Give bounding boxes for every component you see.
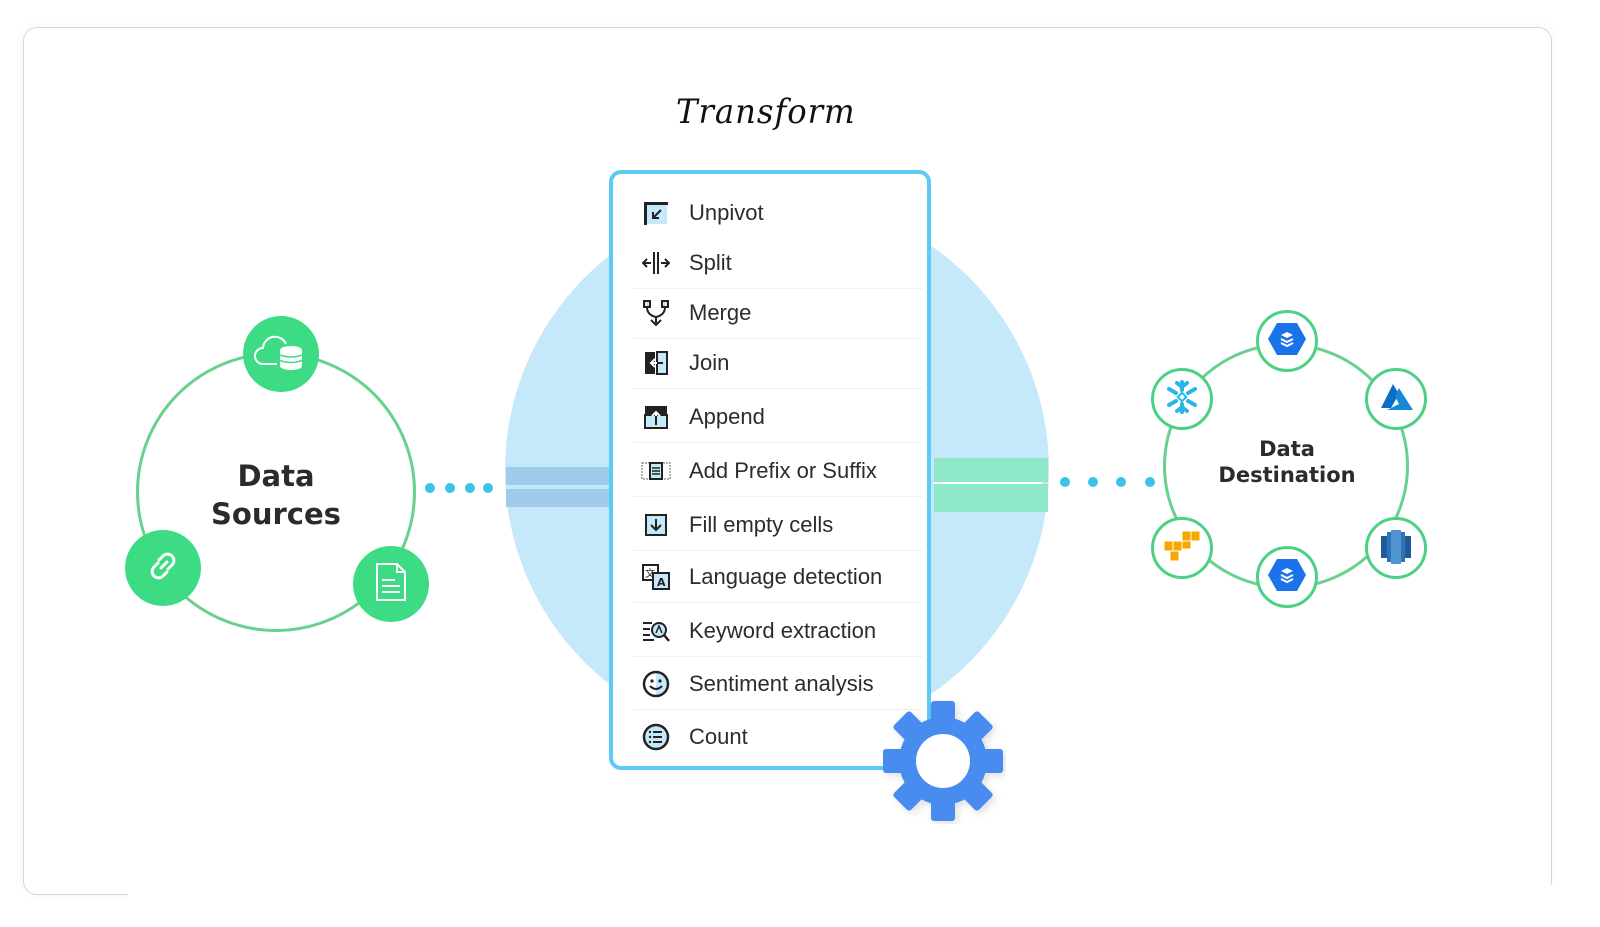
connector-dot bbox=[445, 483, 455, 493]
output-band-bottom bbox=[934, 494, 1048, 512]
google-bigquery-icon bbox=[1267, 557, 1307, 598]
cloud-database-icon bbox=[253, 332, 309, 377]
destination-node-bigquery-top[interactable] bbox=[1256, 310, 1318, 372]
transform-item-join[interactable]: Join bbox=[633, 338, 923, 389]
split-icon bbox=[639, 248, 673, 278]
join-icon bbox=[639, 348, 673, 378]
snowflake-icon bbox=[1163, 378, 1201, 421]
merge-icon bbox=[639, 298, 673, 328]
source-node-link[interactable] bbox=[125, 530, 201, 606]
transform-item-fill-empty-cells[interactable]: Fill empty cells bbox=[633, 500, 923, 551]
destination-node-snowflake[interactable] bbox=[1151, 368, 1213, 430]
connector-dot bbox=[425, 483, 435, 493]
google-bigquery-icon bbox=[1267, 321, 1307, 362]
data-sources-label: Data Sources bbox=[211, 459, 341, 531]
input-band-bottom bbox=[506, 489, 610, 507]
smiley-icon bbox=[639, 669, 673, 699]
connector-dot bbox=[1060, 477, 1070, 487]
destination-node-bigquery-bottom[interactable] bbox=[1256, 546, 1318, 608]
source-node-document[interactable] bbox=[353, 546, 429, 622]
keyword-search-icon bbox=[639, 616, 673, 646]
fill-down-icon bbox=[639, 510, 673, 540]
list-count-icon bbox=[639, 722, 673, 752]
transform-item-add-prefix-suffix[interactable]: Add Prefix or Suffix bbox=[633, 446, 923, 497]
link-icon bbox=[143, 546, 183, 591]
connector-dot bbox=[1145, 477, 1155, 487]
transform-item-merge[interactable]: Merge bbox=[633, 288, 923, 339]
transform-item-language-detection[interactable]: 文A Language detection bbox=[633, 552, 923, 603]
svg-text:A: A bbox=[657, 576, 666, 589]
transform-item-split[interactable]: Split bbox=[633, 238, 923, 289]
input-band-top bbox=[506, 467, 610, 485]
destination-node-azure[interactable] bbox=[1365, 368, 1427, 430]
append-icon bbox=[639, 402, 673, 432]
connector-dot bbox=[1088, 477, 1098, 487]
transform-panel: Unpivot Split Merge Join Append Add Pref… bbox=[609, 170, 931, 770]
azure-icon bbox=[1377, 382, 1415, 417]
destination-node-aws[interactable] bbox=[1151, 517, 1213, 579]
output-band-top bbox=[934, 458, 1048, 476]
transform-item-append[interactable]: Append bbox=[633, 392, 923, 443]
source-node-cloud-database[interactable] bbox=[243, 316, 319, 392]
amazon-redshift-icon bbox=[1379, 528, 1413, 569]
document-icon bbox=[373, 562, 409, 607]
gear-icon bbox=[880, 698, 1006, 824]
unpivot-icon bbox=[639, 198, 673, 228]
connector-dot bbox=[465, 483, 475, 493]
prefix-suffix-icon bbox=[639, 456, 673, 486]
destination-node-redshift[interactable] bbox=[1365, 517, 1427, 579]
aws-icon bbox=[1162, 529, 1202, 568]
transform-item-unpivot[interactable]: Unpivot bbox=[633, 188, 923, 238]
language-icon: 文A bbox=[639, 562, 673, 592]
transform-item-keyword-extraction[interactable]: Keyword extraction bbox=[633, 606, 923, 657]
transform-title: Transform bbox=[676, 92, 856, 132]
data-destination-label: Data Destination bbox=[1218, 437, 1356, 487]
connector-dot bbox=[483, 483, 493, 493]
connector-dot bbox=[1116, 477, 1126, 487]
